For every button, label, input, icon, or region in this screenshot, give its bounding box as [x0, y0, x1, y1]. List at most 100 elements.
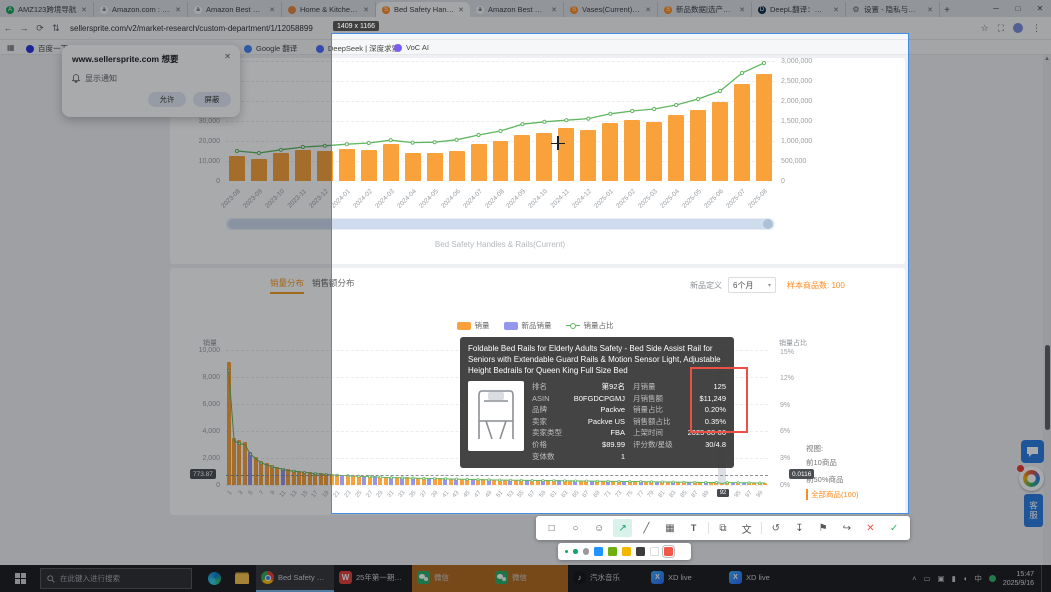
color-swatch[interactable] [636, 547, 645, 556]
taskbar-item-wechat[interactable]: 微信 [412, 565, 490, 592]
minimize-button[interactable]: ─ [985, 0, 1007, 17]
pen-tool-icon[interactable]: ╱ [637, 519, 656, 537]
color-swatch[interactable] [650, 547, 659, 556]
url-text[interactable]: sellersprite.com/v2/market-research/cust… [70, 24, 313, 33]
taskbar-item-wechat[interactable]: 微信 [490, 565, 568, 592]
stroke-size-dot[interactable] [583, 548, 590, 555]
stroke-size-dot[interactable] [565, 550, 568, 553]
tray-battery-icon[interactable]: ▮ [952, 574, 956, 583]
taskbar-item-wps[interactable]: W25年第一期选品总... [334, 565, 412, 592]
bookmark-item[interactable]: VoC AI [394, 43, 429, 52]
browser-tab[interactable]: aAmazon Best Sell...✕ [188, 2, 282, 17]
stroke-size-dot[interactable] [573, 549, 578, 554]
tab-close-icon[interactable]: ✕ [458, 6, 464, 14]
tab-close-icon[interactable]: ✕ [551, 6, 557, 14]
view-option[interactable]: 全部商品(100) [806, 489, 859, 500]
undo-tool-icon[interactable]: ↺ [766, 519, 785, 537]
browser-tab[interactable]: DDeepL翻译：全世...✕ [752, 2, 846, 17]
start-button[interactable] [0, 565, 40, 592]
bookmark-star-icon[interactable]: ☆ [981, 23, 989, 34]
arrow-tool-icon[interactable]: ↗ [613, 519, 632, 537]
ocr-tool-icon[interactable]: 文 [737, 519, 756, 537]
tray-volume-icon[interactable]: ◖ [963, 574, 968, 583]
legend-item[interactable]: 销量 [457, 320, 490, 331]
block-button[interactable]: 屏蔽 [193, 92, 231, 107]
allow-button[interactable]: 允许 [148, 92, 186, 107]
browser-tab[interactable]: AAMZ123跨境导航✕ [0, 2, 94, 17]
sticker-tool-icon[interactable]: ☺ [590, 519, 609, 537]
save-tool-icon[interactable]: ↧ [790, 519, 809, 537]
tab-close-icon[interactable]: ✕ [81, 6, 87, 14]
new-product-definition-select[interactable]: 6个月 ▾ [728, 277, 776, 293]
view-option[interactable]: 前10商品 [806, 457, 837, 468]
color-swatch[interactable] [594, 547, 603, 556]
taskbar-search-input[interactable]: 在此键入进行搜索 [40, 568, 192, 589]
legend-item[interactable]: 销量占比 [566, 320, 614, 331]
customer-service-button[interactable]: 客服 [1024, 494, 1043, 527]
show-desktop-button[interactable] [1041, 565, 1045, 592]
rectangle-tool-icon[interactable]: □ [542, 519, 561, 537]
page-scrollbar-thumb[interactable] [1045, 345, 1050, 430]
bookmark-item[interactable]: Google 翻译 [244, 43, 297, 54]
maximize-button[interactable]: □ [1007, 0, 1029, 17]
new-tab-button[interactable]: + [940, 3, 954, 17]
taskbar-item-xdlive[interactable]: XXD live [724, 565, 802, 592]
profile-avatar[interactable] [1013, 23, 1023, 33]
tab-close-icon[interactable]: ✕ [927, 6, 933, 14]
browser-tab[interactable]: aAmazon Best Sell...✕ [470, 2, 564, 17]
legend-item[interactable]: 新品销量 [504, 320, 552, 331]
tab-sales-distribution[interactable]: 销量分布 [270, 277, 304, 294]
forward-icon[interactable]: → [16, 23, 32, 33]
browser-tab[interactable]: ⚙设置 - 隐私与安全✕ [846, 2, 940, 17]
taskbar-item-xdlive[interactable]: XXD live [646, 565, 724, 592]
scrollbar-up-arrow[interactable]: ▲ [1044, 56, 1050, 62]
tray-chevron-up-icon[interactable]: ˄ [912, 574, 916, 583]
site-info-icon[interactable]: ⇅ [48, 23, 64, 34]
browser-tab[interactable]: S新品数据|选产品|...✕ [658, 2, 752, 17]
tab-close-icon[interactable]: ✕ [175, 6, 181, 14]
browser-tab[interactable]: Home & Kitchen...✕ [282, 2, 376, 17]
tab-close-icon[interactable]: ✕ [833, 6, 839, 14]
side-panel-icon[interactable]: ⛶ [998, 23, 1004, 34]
chat-widget-button[interactable] [1021, 440, 1044, 463]
bookmark-item[interactable]: DeepSeek | 深度求索 [316, 43, 399, 54]
tab-close-icon[interactable]: ✕ [645, 6, 651, 14]
page-scrollbar-track[interactable] [1043, 55, 1051, 565]
apps-grid-icon[interactable]: ▦ [7, 43, 15, 52]
color-swatch[interactable] [622, 547, 631, 556]
color-swatch[interactable] [664, 547, 673, 556]
taskbar-clock[interactable]: 15:47 2025/9/16 [1003, 570, 1034, 588]
share-tool-icon[interactable]: ↪ [837, 519, 856, 537]
color-swatch[interactable] [608, 547, 617, 556]
taskbar-item-qishui[interactable]: ♪汽水音乐 [568, 565, 646, 592]
chart-zoom-slider[interactable] [226, 218, 775, 230]
tray-app-icon[interactable]: ▣ [938, 574, 945, 583]
pin-tool-icon[interactable]: ⚑ [814, 519, 833, 537]
chart-legend[interactable]: 销量 新品销量 销量占比 [355, 320, 715, 331]
browser-menu-icon[interactable]: ⋮ [1032, 23, 1041, 34]
tray-display-icon[interactable]: ▭ [923, 574, 930, 583]
cancel-tool-icon[interactable]: ✕ [861, 519, 880, 537]
tab-close-icon[interactable]: ✕ [739, 6, 745, 14]
close-icon[interactable]: ✕ [224, 52, 231, 61]
taskbar-item-edge[interactable] [200, 565, 228, 592]
taskbar-item-chrome[interactable]: Bed Safety Handl... [256, 565, 334, 592]
translate-tool-icon[interactable]: ⧉ [713, 519, 732, 537]
text-tool-icon[interactable]: T [684, 519, 703, 537]
back-icon[interactable]: ← [0, 23, 16, 33]
close-button[interactable]: ✕ [1029, 0, 1051, 17]
tab-close-icon[interactable]: ✕ [363, 6, 369, 14]
reload-icon[interactable]: ⟳ [32, 23, 48, 34]
tray-ime-indicator[interactable]: 中 [974, 573, 982, 584]
tab-revenue-distribution[interactable]: 销售额分布 [312, 277, 355, 289]
browser-tab[interactable]: SBed Safety Handl...✕ [376, 2, 470, 17]
ellipse-tool-icon[interactable]: ○ [566, 519, 585, 537]
tab-close-icon[interactable]: ✕ [269, 6, 275, 14]
confirm-tool-icon[interactable]: ✓ [885, 519, 904, 537]
browser-tab[interactable]: SVases(Current)|选...✕ [564, 2, 658, 17]
browser-tab[interactable]: aAmazon.com : M...✕ [94, 2, 188, 17]
partner-logo-button[interactable] [1019, 466, 1044, 491]
chart-zoom-slider-handle[interactable] [763, 219, 773, 229]
taskbar-item-folder[interactable] [228, 565, 256, 592]
mosaic-tool-icon[interactable]: ▦ [661, 519, 680, 537]
